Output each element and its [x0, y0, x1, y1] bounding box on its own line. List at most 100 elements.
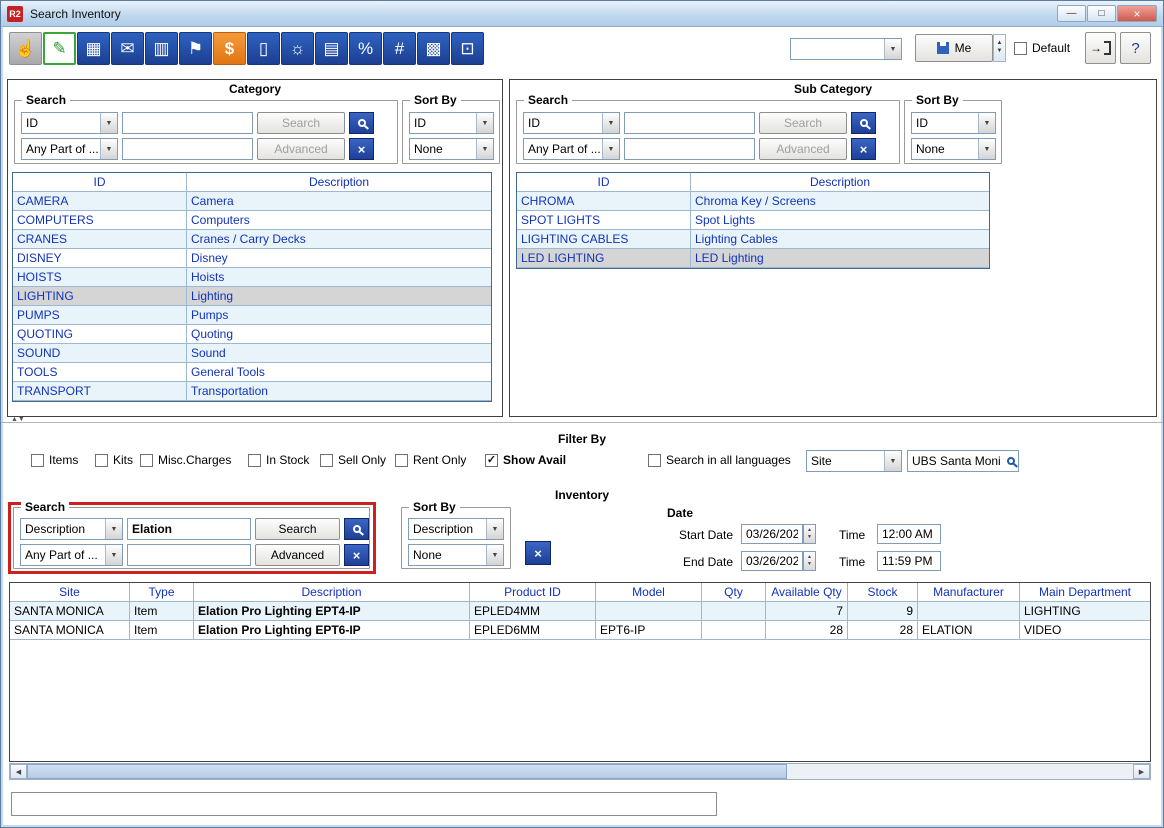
site-combo[interactable]: Site ▼	[806, 450, 902, 472]
close-button[interactable]: ×	[1117, 5, 1157, 22]
end-date-spinner[interactable]: ▲ ▼	[803, 551, 816, 571]
table-row[interactable]: CHROMAChroma Key / Screens	[517, 192, 989, 211]
chevron-down-icon[interactable]: ▼	[602, 113, 619, 133]
inventory-sort-secondary-combo[interactable]: None ▼	[408, 544, 504, 566]
category-search-input-2[interactable]	[122, 138, 253, 160]
profile-combo[interactable]: ▼	[790, 38, 902, 60]
chevron-down-icon[interactable]: ▼	[476, 113, 493, 133]
category-match-combo[interactable]: Any Part of ... ▼	[21, 138, 118, 160]
edit-button[interactable]: ✎	[43, 32, 76, 65]
table-row[interactable]: COMPUTERSComputers	[13, 211, 491, 230]
filter-kits-checkbox[interactable]: Kits	[95, 453, 133, 467]
table-row[interactable]: DISNEYDisney	[13, 249, 491, 268]
tags-button[interactable]: ⚑	[179, 32, 212, 65]
subcategory-sort-primary-combo[interactable]: ID ▼	[911, 112, 996, 134]
checkbox-box[interactable]: ✓	[485, 454, 498, 467]
calendar-search-button[interactable]: ▤	[315, 32, 348, 65]
table-row[interactable]: CAMERACamera	[13, 192, 491, 211]
me-split-button[interactable]: ▲ ▼	[993, 34, 1006, 62]
pan-hand-button[interactable]: ☝	[9, 32, 42, 65]
subcategory-search-input-2[interactable]	[624, 138, 755, 160]
inventory-clear-button[interactable]: ×	[344, 544, 369, 566]
subcategory-clear-button[interactable]: ×	[851, 138, 876, 160]
horizontal-scrollbar[interactable]: ◀ ▶	[9, 763, 1151, 780]
sales-tag-button[interactable]: %	[349, 32, 382, 65]
table-row[interactable]: SOUNDSound	[13, 344, 491, 363]
subcategory-advanced-button[interactable]: Advanced	[759, 138, 847, 160]
chevron-down-icon[interactable]: ▼	[978, 139, 995, 159]
filter-rent-only-checkbox[interactable]: Rent Only	[395, 453, 466, 467]
calculator-button[interactable]: ▩	[417, 32, 450, 65]
table-row[interactable]: TRANSPORTTransportation	[13, 382, 491, 401]
chevron-down-icon[interactable]: ▼	[486, 519, 503, 539]
table-row[interactable]: PUMPSPumps	[13, 306, 491, 325]
splitter-arrows-icon[interactable]: ▲▼	[11, 416, 25, 423]
splitter[interactable]	[1, 422, 1163, 423]
checkbox-box[interactable]	[320, 454, 333, 467]
filter-sell-only-checkbox[interactable]: Sell Only	[320, 453, 386, 467]
filter-items-checkbox[interactable]: Items	[31, 453, 78, 467]
subcategory-search-button[interactable]: Search	[759, 112, 847, 134]
save-me-button[interactable]: Me	[915, 34, 993, 62]
modules-button[interactable]: ▦	[77, 32, 110, 65]
inventory-search-field-combo[interactable]: Description ▼	[20, 518, 123, 540]
chevron-down-icon[interactable]: ▼	[602, 139, 619, 159]
default-checkbox-box[interactable]	[1014, 42, 1027, 55]
subcategory-search-field-combo[interactable]: ID ▼	[523, 112, 620, 134]
category-clear-button[interactable]: ×	[349, 138, 374, 160]
subcategory-match-combo[interactable]: Any Part of ... ▼	[523, 138, 620, 160]
scroll-right-button[interactable]: ▶	[1133, 764, 1150, 779]
barcode-scan-button[interactable]: ▥	[145, 32, 178, 65]
start-time-input[interactable]	[877, 524, 941, 544]
inventory-advanced-button[interactable]: Advanced	[255, 544, 340, 566]
filter-show-avail-checkbox[interactable]: ✓Show Avail	[485, 453, 566, 467]
monitor-search-button[interactable]: ⊡	[451, 32, 484, 65]
subcategory-sort-secondary-combo[interactable]: None ▼	[911, 138, 996, 160]
category-search-input[interactable]	[122, 112, 253, 134]
subcategory-search-input[interactable]	[624, 112, 755, 134]
chevron-down-icon[interactable]: ▼	[884, 451, 901, 471]
chevron-down-icon[interactable]: ▼	[105, 519, 122, 539]
category-advanced-button[interactable]: Advanced	[257, 138, 345, 160]
category-search-go-button[interactable]	[349, 112, 374, 134]
subcategory-search-go-button[interactable]	[851, 112, 876, 134]
chevron-down-icon[interactable]: ▼	[884, 39, 901, 59]
category-sort-primary-combo[interactable]: ID ▼	[409, 112, 494, 134]
filter-in-stock-checkbox[interactable]: In Stock	[248, 453, 309, 467]
chevron-down-icon[interactable]: ▼	[100, 113, 117, 133]
site-lookup-field[interactable]: UBS Santa Moni	[907, 450, 1019, 472]
purchase-button[interactable]: $	[213, 32, 246, 65]
table-row[interactable]: TOOLSGeneral Tools	[13, 363, 491, 382]
footer-note-input[interactable]	[11, 792, 717, 816]
result-row[interactable]: SANTA MONICA Item Elation Pro Lighting E…	[10, 621, 1150, 640]
category-search-button[interactable]: Search	[257, 112, 345, 134]
maximize-button[interactable]: □	[1087, 5, 1116, 22]
checkbox-box[interactable]	[395, 454, 408, 467]
table-row[interactable]: SPOT LIGHTSSpot Lights	[517, 211, 989, 230]
inventory-reset-button[interactable]: ×	[525, 541, 551, 565]
inventory-search-button[interactable]: Search	[255, 518, 340, 540]
scrollbar-thumb[interactable]	[27, 764, 787, 779]
catalog-button[interactable]: ▯	[247, 32, 280, 65]
result-row[interactable]: SANTA MONICA Item Elation Pro Lighting E…	[10, 602, 1150, 621]
help-button[interactable]: ?	[1120, 32, 1151, 64]
chevron-down-icon[interactable]: ▼	[486, 545, 503, 565]
inventory-match-combo[interactable]: Any Part of ... ▼	[20, 544, 123, 566]
start-date-spinner[interactable]: ▲ ▼	[803, 524, 816, 544]
table-row-selected[interactable]: LED LIGHTINGLED Lighting	[517, 249, 989, 268]
table-row[interactable]: LIGHTING CABLESLighting Cables	[517, 230, 989, 249]
table-row-selected[interactable]: LIGHTINGLighting	[13, 287, 491, 306]
tips-button[interactable]: ☼	[281, 32, 314, 65]
start-date-input[interactable]	[741, 524, 803, 544]
category-search-field-combo[interactable]: ID ▼	[21, 112, 118, 134]
checkbox-box[interactable]	[140, 454, 153, 467]
end-time-input[interactable]	[877, 551, 941, 571]
inventory-sort-primary-combo[interactable]: Description ▼	[408, 518, 504, 540]
checkbox-box[interactable]	[248, 454, 261, 467]
scroll-left-button[interactable]: ◀	[10, 764, 27, 779]
table-row[interactable]: HOISTSHoists	[13, 268, 491, 287]
table-row[interactable]: CRANESCranes / Carry Decks	[13, 230, 491, 249]
chevron-down-icon[interactable]: ▼	[100, 139, 117, 159]
chevron-down-icon[interactable]: ▼	[476, 139, 493, 159]
inventory-search-go-button[interactable]	[344, 518, 369, 540]
